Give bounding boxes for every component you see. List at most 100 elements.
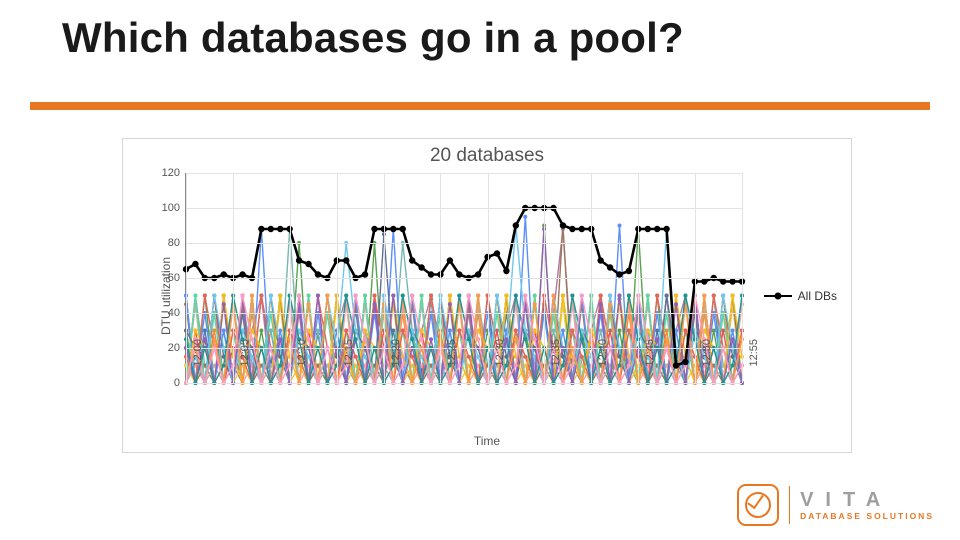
marker [627, 329, 631, 333]
marker [363, 337, 367, 341]
marker [400, 226, 406, 232]
x-tick: 12:25 [446, 339, 458, 389]
marker [674, 302, 678, 306]
x-tick: 12:55 [748, 339, 760, 389]
marker [626, 268, 632, 274]
marker [655, 294, 659, 298]
marker [307, 302, 311, 306]
marker [570, 364, 574, 368]
vgridline [488, 173, 489, 383]
marker [410, 337, 414, 341]
marker [278, 294, 282, 298]
marker [476, 355, 480, 359]
marker [560, 222, 566, 228]
marker [523, 337, 527, 341]
legend: All DBs [764, 289, 837, 303]
marker [655, 329, 659, 333]
marker [514, 294, 518, 298]
x-axis-label: Time [123, 434, 851, 448]
marker [665, 337, 669, 341]
x-tick: 12:30 [494, 339, 506, 389]
marker [514, 364, 518, 368]
marker [410, 294, 414, 298]
marker [448, 294, 452, 298]
marker [570, 294, 574, 298]
marker [701, 278, 707, 284]
marker [222, 302, 226, 306]
marker [720, 278, 726, 284]
marker [663, 226, 669, 232]
y-tick: 60 [154, 272, 180, 284]
y-tick: 80 [154, 237, 180, 249]
marker [683, 294, 687, 298]
marker [277, 226, 283, 232]
marker [296, 257, 302, 263]
vgridline [544, 173, 545, 383]
marker [362, 271, 368, 277]
marker [297, 294, 301, 298]
gridline [186, 243, 742, 244]
marker [561, 329, 565, 333]
marker [401, 294, 405, 298]
marker [476, 294, 480, 298]
marker [418, 264, 424, 270]
brand-subtitle: DATABASE SOLUTIONS [800, 512, 934, 521]
marker [552, 329, 556, 333]
marker [278, 364, 282, 368]
gridline [186, 383, 742, 384]
vgridline [742, 173, 743, 383]
marker [343, 257, 349, 263]
marker [390, 226, 396, 232]
marker [654, 226, 660, 232]
marker [617, 294, 621, 298]
marker [457, 294, 461, 298]
x-tick: 12:10 [296, 339, 308, 389]
brand-checkmark-icon [745, 492, 771, 518]
marker [222, 364, 226, 368]
marker [268, 226, 274, 232]
marker [721, 294, 725, 298]
marker [467, 294, 471, 298]
marker [354, 294, 358, 298]
marker [646, 294, 650, 298]
marker [222, 329, 226, 333]
marker [665, 294, 669, 298]
marker [533, 294, 537, 298]
marker [616, 271, 622, 277]
marker [428, 271, 434, 277]
marker [316, 294, 320, 298]
title-divider [30, 102, 930, 110]
marker [220, 271, 226, 277]
marker [467, 337, 471, 341]
chart-title: 20 databases [123, 145, 851, 167]
slide-root: Which databases go in a pool? 20 databas… [0, 0, 960, 540]
brand-name: VITA [800, 490, 934, 510]
marker [552, 294, 556, 298]
marker [645, 226, 651, 232]
marker [420, 337, 424, 341]
x-tick: 12:40 [597, 339, 609, 389]
marker [580, 355, 584, 359]
marker [599, 294, 603, 298]
marker [315, 271, 321, 277]
marker [239, 271, 245, 277]
marker [212, 337, 216, 341]
marker [495, 294, 499, 298]
marker [269, 329, 273, 333]
marker [448, 302, 452, 306]
vgridline [440, 173, 441, 383]
marker [627, 294, 631, 298]
marker [344, 294, 348, 298]
marker [456, 271, 462, 277]
gridline [186, 208, 742, 209]
marker [193, 294, 197, 298]
marker [372, 294, 376, 298]
marker [731, 294, 735, 298]
gridline [186, 278, 742, 279]
marker [476, 337, 480, 341]
marker [193, 329, 197, 333]
y-tick: 0 [154, 377, 180, 389]
gridline [186, 313, 742, 314]
marker [533, 302, 537, 306]
marker [617, 364, 621, 368]
